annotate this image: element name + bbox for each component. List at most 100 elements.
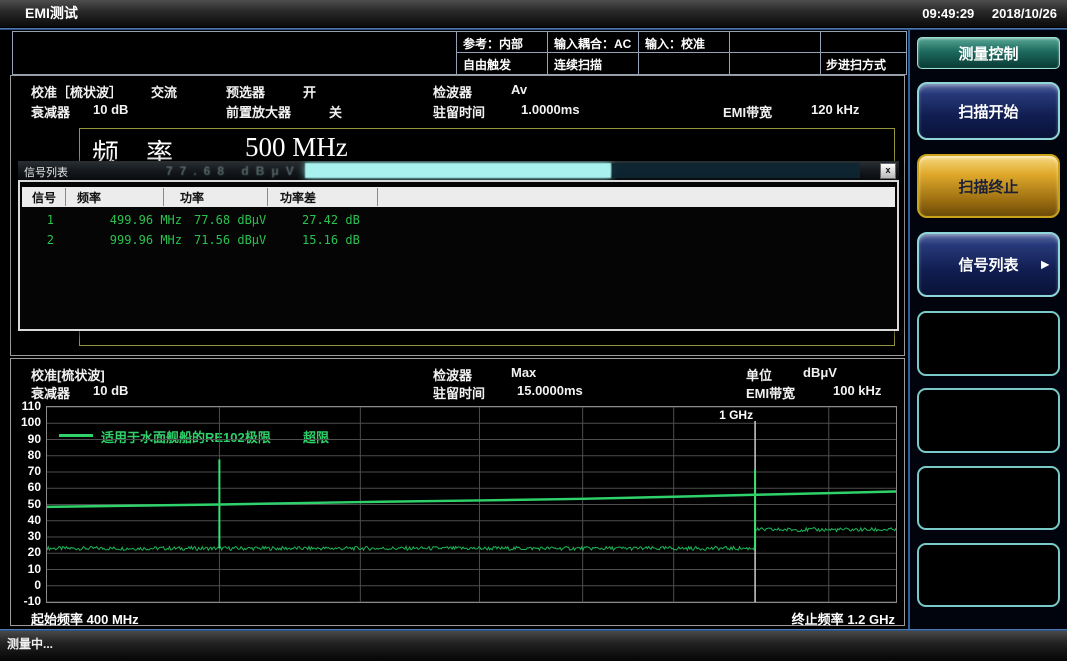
preselector-value: 开 [303, 82, 316, 101]
dialog-title-bar[interactable]: 信号列表 77.68 dBμV x [18, 161, 899, 180]
y-tick-label: 80 [11, 448, 41, 462]
signal-power: 71.56 dBμV [194, 233, 266, 247]
softkey-sidebar: 测量控制 扫描开始 扫描终止 信号列表 ▶ [908, 30, 1067, 629]
atten-value: 10 dB [93, 102, 128, 117]
detector-value: Av [511, 82, 527, 97]
y-tick-label: 100 [11, 415, 41, 429]
signal-freq: 999.96 MHz [72, 233, 182, 247]
softkey-empty-2[interactable] [917, 388, 1060, 453]
scan-stop-button[interactable]: 扫描终止 [917, 154, 1060, 218]
dialog-title: 信号列表 [24, 164, 68, 180]
table-divider [456, 32, 457, 74]
clock: 09:49:29 2018/10/26 [908, 0, 1057, 27]
detector-label: 检波器 [433, 82, 472, 101]
chart-detector-value: Max [511, 365, 536, 380]
y-tick-label: 0 [11, 578, 41, 592]
preamp-label: 前置放大器 [226, 102, 291, 121]
col-power: 功率 [180, 189, 204, 206]
date-text: 2018/10/26 [992, 6, 1057, 21]
window-title-bar: EMI测试 09:49:29 2018/10/26 [0, 0, 1067, 27]
signal-diff: 15.16 dB [302, 233, 360, 247]
signal-power: 77.68 dBμV [194, 213, 266, 227]
start-frequency: 起始频率 400 MHz [31, 609, 139, 628]
unit-label: 单位 [746, 365, 772, 384]
column-divider [377, 188, 378, 206]
y-tick-label: 110 [11, 399, 41, 413]
signal-row-1[interactable]: 1 499.96 MHz 77.68 dBμV 27.42 dB [22, 213, 895, 231]
col-power-diff: 功率差 [280, 189, 316, 206]
signal-freq: 499.96 MHz [72, 213, 182, 227]
y-tick-label: -10 [11, 594, 41, 608]
dwell-label: 驻留时间 [433, 102, 485, 121]
table-divider [638, 32, 639, 74]
dwell-value: 1.0000ms [521, 102, 580, 117]
scan-start-button[interactable]: 扫描开始 [917, 82, 1060, 140]
signal-list-button[interactable]: 信号列表 ▶ [917, 232, 1060, 297]
start-frequency-label: 起始频率 [31, 612, 83, 627]
chart-emi-bw-value: 100 kHz [833, 383, 881, 398]
table-divider [456, 52, 906, 53]
chart-cal-label: 校准[梳状波] [31, 365, 105, 384]
cal-value: 交流 [151, 82, 177, 101]
table-divider [547, 32, 548, 74]
instrument-status-table: 参考：内部 输入耦合：AC 输入：校准 自由触发 连续扫描 步进扫方式 [12, 31, 907, 75]
table-divider [820, 32, 821, 74]
close-icon[interactable]: x [880, 163, 896, 179]
column-divider [65, 188, 66, 206]
y-tick-label: 30 [11, 529, 41, 543]
cal-label: 校准［梳状波］ [31, 82, 122, 101]
atten-label: 衰减器 [31, 102, 70, 121]
time-text: 09:49:29 [922, 6, 974, 21]
status-input: 输入：校准 [645, 35, 705, 52]
softkey-empty-3[interactable] [917, 466, 1060, 530]
signal-list-body: 信号 频率 功率 功率差 1 499.96 MHz 77.68 dBμV 27.… [18, 180, 899, 331]
highlight-bar [305, 163, 611, 178]
frequency-value: 500 MHz [245, 132, 348, 163]
y-tick-label: 90 [11, 432, 41, 446]
signal-list-dialog: 信号列表 77.68 dBμV x 信号 频率 功率 功率差 1 499.96 … [18, 161, 899, 331]
y-tick-label: 40 [11, 513, 41, 527]
signal-diff: 27.42 dB [302, 213, 360, 227]
signal-id: 2 [32, 233, 54, 247]
column-divider [267, 188, 268, 206]
y-tick-label: 10 [11, 562, 41, 576]
stop-frequency-value: 1.2 GHz [847, 612, 895, 627]
emi-bw-value: 120 kHz [811, 102, 859, 117]
softkey-empty-4[interactable] [917, 543, 1060, 607]
spectrum-panel: 校准[梳状波] 检波器 Max 单位 dBμV 衰减器 10 dB 驻留时间 1… [10, 358, 905, 626]
col-frequency: 频率 [77, 189, 101, 206]
status-sweep: 连续扫描 [554, 56, 602, 73]
start-frequency-value: 400 MHz [87, 612, 139, 627]
chart-detector-label: 检波器 [433, 365, 472, 384]
table-divider [729, 32, 730, 74]
app-title: EMI测试 [25, 0, 78, 27]
status-step-mode: 步进扫方式 [826, 56, 886, 73]
status-bar: 测量中... [0, 631, 1067, 661]
chart-dwell-label: 驻留时间 [433, 383, 485, 402]
column-divider [163, 188, 164, 206]
chart-dwell-value: 15.0000ms [517, 383, 583, 398]
y-tick-label: 20 [11, 545, 41, 559]
emi-bw-label: EMI带宽 [723, 102, 772, 121]
chart-emi-bw-label: EMI带宽 [746, 383, 795, 402]
status-trigger: 自由触发 [463, 56, 511, 73]
stop-frequency: 终止频率 1.2 GHz [651, 609, 895, 628]
col-signal: 信号 [32, 189, 56, 206]
unit-value: dBμV [803, 365, 837, 380]
softkey-empty-1[interactable] [917, 311, 1060, 376]
menu-header-measure-control[interactable]: 测量控制 [917, 37, 1060, 69]
submenu-arrow-icon: ▶ [1041, 259, 1049, 270]
status-message: 测量中... [7, 635, 53, 652]
y-tick-label: 60 [11, 480, 41, 494]
chart-atten-value: 10 dB [93, 383, 128, 398]
signal-row-2[interactable]: 2 999.96 MHz 71.56 dBμV 15.16 dB [22, 233, 895, 251]
signal-id: 1 [32, 213, 54, 227]
preselector-label: 预选器 [226, 82, 265, 101]
status-coupling: 输入耦合：AC [554, 35, 631, 52]
y-tick-label: 70 [11, 464, 41, 478]
y-axis-ticks: 1101009080706050403020100-10 [11, 406, 43, 601]
signal-list-button-label: 信号列表 [958, 254, 1018, 275]
spectrum-plot: 1 GHz 适用于水面舰船的RE102极限 超限 [46, 406, 897, 603]
signal-table-header: 信号 频率 功率 功率差 [22, 187, 895, 207]
stop-frequency-label: 终止频率 [792, 612, 844, 627]
